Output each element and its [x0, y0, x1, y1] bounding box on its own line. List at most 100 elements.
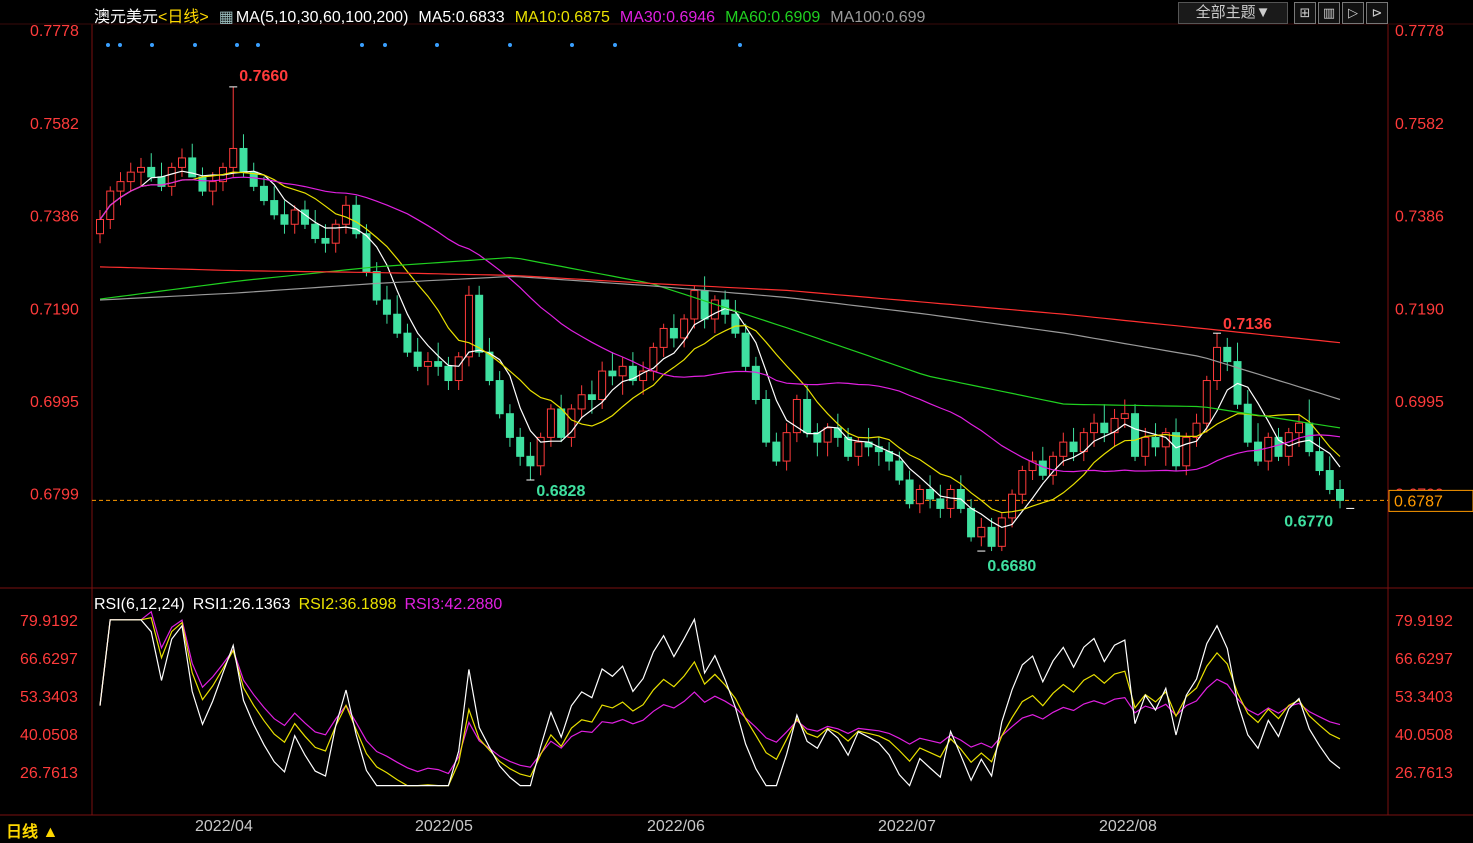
rsi-axis-label-left: 53.3403 [20, 689, 78, 706]
period-button[interactable]: 日线 ▲ [6, 818, 58, 842]
ma-indicator-icon[interactable]: ▦ [219, 9, 234, 26]
price-axis-label-right: 0.7778 [1395, 23, 1444, 40]
rsi3-value: RSI3:42.2880 [404, 596, 503, 613]
candle-body [1254, 441, 1263, 462]
ma-label: MA(5,10,30,60,100,200) [235, 9, 409, 26]
candle-body [1151, 436, 1160, 448]
candle-body [147, 166, 156, 178]
candle-body [1141, 436, 1150, 457]
event-dot [613, 43, 617, 47]
candle-body [577, 394, 586, 410]
candle-body [967, 507, 976, 538]
rsi-axis-label-right: 66.6297 [1395, 651, 1453, 668]
candle-body [259, 185, 268, 202]
rsi3-line [99, 610, 1341, 775]
layout-icon[interactable]: ▥ [1318, 2, 1340, 24]
candle-body [321, 237, 330, 244]
candle-body [833, 427, 842, 438]
candle-body [413, 351, 422, 367]
candle-body [1336, 488, 1344, 501]
candle-body [567, 408, 576, 438]
next-icon[interactable]: ⊳ [1366, 2, 1388, 24]
rsi-axis-label-right: 79.9192 [1395, 613, 1453, 630]
candle-body [987, 526, 996, 547]
rsi-axis-label-left: 26.7613 [20, 765, 78, 782]
candle-body [598, 370, 607, 400]
candle-body [731, 313, 740, 334]
event-dot [738, 43, 742, 47]
price-axis-label-right: 0.6995 [1395, 394, 1444, 411]
ma200-line [99, 266, 1341, 344]
candle-body [362, 233, 371, 273]
date-axis-label: 2022/04 [195, 818, 253, 835]
candle-body [1131, 413, 1140, 457]
event-dot [256, 43, 260, 47]
candle-body [557, 408, 566, 438]
candle-body [690, 290, 699, 320]
date-axis-label: 2022/05 [415, 818, 473, 835]
play-icon[interactable]: ▷ [1342, 2, 1364, 24]
candle-body [116, 181, 125, 192]
candle-body [1264, 436, 1273, 462]
rsi1-line [99, 617, 1341, 787]
rsi-axis-label-right: 40.0508 [1395, 727, 1453, 744]
candle-body [926, 488, 935, 500]
candle-body [823, 427, 832, 443]
candle-body [1059, 441, 1068, 457]
candle-body [208, 181, 217, 192]
candle-body [905, 479, 914, 505]
candle-body [136, 166, 145, 173]
date-axis-label: 2022/08 [1099, 818, 1157, 835]
price-axis-label-left: 0.7386 [30, 209, 79, 226]
event-dot [106, 43, 110, 47]
candle-body [680, 318, 689, 339]
candle-body [434, 361, 443, 367]
candle-body [1069, 441, 1078, 453]
candle-body [762, 398, 771, 443]
rsi-label[interactable]: RSI(6,12,24) [94, 596, 185, 613]
candle-body [1223, 346, 1232, 363]
candle-body [977, 526, 986, 538]
theme-dropdown[interactable]: 全部主题▼ [1178, 2, 1288, 24]
candle-body [1213, 346, 1222, 382]
candle-body [546, 408, 555, 438]
grid-icon[interactable]: ⊞ [1294, 2, 1316, 24]
candle-body [936, 498, 945, 509]
price-axis-label-left: 0.6799 [30, 487, 79, 504]
candle-body [741, 332, 750, 367]
candle-body [854, 441, 863, 457]
rsi-axis-label-left: 66.6297 [20, 651, 78, 668]
rsi-axis-label-left: 40.0508 [20, 727, 78, 744]
event-dot [383, 43, 387, 47]
candle-body [608, 370, 617, 377]
candle-body [1018, 470, 1027, 495]
candle-body [1120, 413, 1129, 419]
candle-body [895, 460, 904, 481]
candle-body [1305, 422, 1314, 453]
candle-body [382, 299, 391, 315]
candle-body [454, 356, 463, 382]
candle-body [464, 294, 473, 358]
candle-body [444, 365, 453, 382]
candle-body [239, 147, 248, 173]
candle-body [618, 365, 627, 377]
candle-body [659, 327, 668, 348]
rsi2-value: RSI2:36.1898 [298, 596, 397, 613]
event-dot [193, 43, 197, 47]
symbol-title[interactable]: 澳元美元<日线> [94, 9, 209, 26]
price-annotation: 0.7136 [1223, 316, 1272, 333]
ma60-line [99, 256, 1341, 429]
candle-body [198, 176, 207, 192]
candle-body [341, 204, 350, 225]
chart-canvas[interactable]: 0.7778 0.7778 0.7582 0.7582 0.7386 0.7386 0.71… [0, 0, 1473, 843]
event-dot [150, 43, 154, 47]
rsi-header: RSI(6,12,24) RSI1:26.1363 RSI2:36.1898 RSI3… [94, 596, 510, 614]
ma100-value: MA100:0.699 [830, 9, 926, 26]
event-dot [118, 43, 122, 47]
candle-body [331, 223, 340, 244]
candle-body [516, 436, 525, 457]
candle-body [229, 147, 238, 168]
candle-body [526, 455, 535, 467]
rsi-axis-label-right: 26.7613 [1395, 765, 1453, 782]
candle-body [587, 394, 596, 400]
